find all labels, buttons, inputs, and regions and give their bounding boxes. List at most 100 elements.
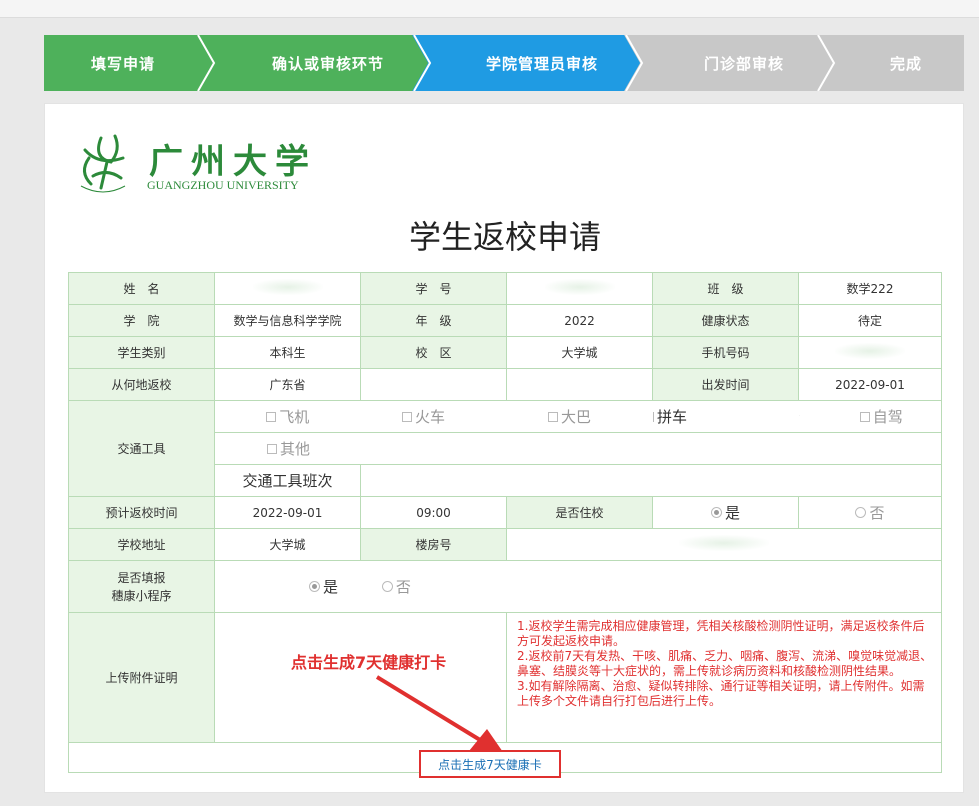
phone-label: 手机号码 (652, 336, 799, 369)
radio-icon[interactable] (855, 507, 867, 518)
student-id-field[interactable] (506, 272, 653, 305)
radio-label: 是 (323, 578, 339, 596)
building-value (679, 535, 769, 551)
name-label: 姓 名 (68, 272, 215, 305)
transport-option-carpool[interactable]: 拼车 (652, 400, 799, 433)
school-address-label: 学校地址 (68, 528, 215, 561)
suikang-label-line1: 是否填报 (117, 570, 166, 585)
transport-option-plane[interactable]: 飞机 (214, 400, 361, 433)
class-value[interactable]: 数学222 (798, 272, 942, 305)
step-label: 完成 (889, 54, 922, 73)
step-complete: 完成 (832, 35, 964, 91)
phone-field[interactable] (798, 336, 942, 369)
upload-notes: 1.返校学生需完成相应健康管理，凭相关核酸检测阴性证明，满足返校条件后方可发起返… (506, 612, 942, 743)
chevron-separator-icon (817, 35, 836, 91)
checkbox-checked-icon[interactable] (652, 409, 654, 422)
step-college-admin-review: 学院管理员审核 (428, 35, 640, 91)
college-value[interactable]: 数学与信息科学学院 (214, 304, 361, 337)
generate-health-card-button[interactable]: 点击生成7天健康卡 (419, 750, 561, 778)
departure-time-label: 出发时间 (652, 368, 799, 401)
student-id-value (544, 279, 615, 295)
upload-label: 上传附件证明 (68, 612, 215, 743)
note-2: 2.返校前7天有发热、干咳、肌痛、乏力、咽痛、腹泻、流涕、嗅觉味觉减退、鼻塞、结… (517, 649, 933, 678)
from-district-select[interactable] (506, 368, 653, 401)
top-bar (0, 0, 979, 18)
student-type-label: 学生类别 (68, 336, 215, 369)
chevron-separator-icon (412, 35, 442, 91)
student-id-label: 学 号 (360, 272, 507, 305)
building-field[interactable] (506, 528, 942, 561)
step-label: 门诊部审核 (703, 54, 784, 73)
radio-label: 否 (869, 504, 885, 522)
chevron-separator-icon (624, 35, 654, 91)
application-card: 广州大学 GUANGZHOU UNIVERSITY 学生返校申请 姓 名 学 号… (44, 103, 964, 793)
radio-selected-icon[interactable] (710, 507, 722, 518)
transport-option-train[interactable]: 火车 (360, 400, 507, 433)
building-label: 楼房号 (360, 528, 507, 561)
transport-option-label: 大巴 (560, 408, 591, 426)
college-label: 学 院 (68, 304, 215, 337)
progress-steps: 填写申请 确认或审核环节 学院管理员审核 门诊部审核 完成 (44, 35, 964, 91)
transport-option-label: 其他 (280, 440, 311, 458)
annotation-arrow-icon (375, 675, 505, 755)
student-type-value[interactable]: 本科生 (214, 336, 361, 369)
campus-label: 校 区 (360, 336, 507, 369)
checkbox-icon[interactable] (859, 411, 870, 422)
grade-value[interactable]: 2022 (506, 304, 653, 337)
checkbox-icon[interactable] (401, 411, 412, 422)
from-province-select[interactable]: 广东省 (214, 368, 361, 401)
return-time-value[interactable]: 09:00 (360, 496, 507, 529)
transport-option-selfdrive[interactable]: 自驾 (859, 406, 903, 427)
suikang-yes-radio[interactable]: 是 (309, 578, 339, 596)
checkbox-icon[interactable] (266, 411, 277, 422)
transport-option-bus[interactable]: 大巴 (506, 400, 653, 433)
chevron-separator-icon (196, 35, 216, 91)
radio-label: 否 (395, 578, 411, 596)
class-label: 班 级 (652, 272, 799, 305)
departure-time-value[interactable]: 2022-09-01 (798, 368, 942, 401)
step-label: 学院管理员审核 (485, 54, 598, 73)
transport-number-input[interactable] (360, 464, 942, 497)
health-value: 待定 (798, 304, 942, 337)
step-clinic-review: 门诊部审核 (640, 35, 832, 91)
transport-label: 交通工具 (68, 400, 215, 497)
transport-number-label: 交通工具班次 (214, 464, 361, 497)
suikang-radio-group: 是 否 (214, 560, 942, 613)
name-value (252, 279, 323, 295)
step-label: 确认或审核环节 (271, 54, 384, 73)
grade-label: 年 级 (360, 304, 507, 337)
suikang-label-line2: 穗康小程序 (111, 588, 172, 603)
return-date-value[interactable]: 2022-09-01 (214, 496, 361, 529)
live-no-radio[interactable]: 否 (798, 496, 942, 529)
live-on-campus-label: 是否住校 (506, 496, 653, 529)
radio-icon[interactable] (381, 581, 393, 592)
suikang-label: 是否填报 穗康小程序 (68, 560, 215, 613)
name-field[interactable] (214, 272, 361, 305)
note-1: 1.返校学生需完成相应健康管理，凭相关核酸检测阴性证明，满足返校条件后方可发起返… (517, 619, 925, 648)
phone-value (835, 343, 905, 359)
radio-selected-icon[interactable] (309, 581, 320, 592)
checkbox-icon[interactable] (547, 411, 558, 422)
transport-option-ship[interactable]: 轮船 自驾 (798, 400, 942, 433)
step-confirm-review: 确认或审核环节 (212, 35, 428, 91)
transport-option-label: 火车 (414, 408, 445, 426)
radio-label: 是 (724, 504, 740, 522)
transport-option-label: 飞机 (279, 408, 310, 426)
checkbox-icon[interactable] (267, 443, 277, 454)
transport-option-label: 拼车 (656, 408, 687, 426)
transport-option-label: 自驾 (872, 408, 903, 426)
transport-option-label: 轮船 (799, 406, 800, 427)
university-name-cn: 广州大学 (149, 142, 317, 182)
note-3: 3.如有解除隔离、治愈、疑似转排除、通行证等相关证明，请上传附件。如需上传多个文… (517, 679, 925, 708)
suikang-no-radio[interactable]: 否 (381, 578, 411, 596)
campus-value[interactable]: 大学城 (506, 336, 653, 369)
step-label: 填写申请 (90, 54, 155, 73)
health-label: 健康状态 (652, 304, 799, 337)
university-name-en: GUANGZHOU UNIVERSITY (147, 178, 299, 192)
return-time-label: 预计返校时间 (68, 496, 215, 529)
transport-option-other[interactable]: 其他 (214, 432, 942, 465)
from-city-select[interactable] (360, 368, 507, 401)
school-address-value[interactable]: 大学城 (214, 528, 361, 561)
live-yes-radio[interactable]: 是 (652, 496, 799, 529)
step-fill-application: 填写申请 (44, 35, 212, 91)
